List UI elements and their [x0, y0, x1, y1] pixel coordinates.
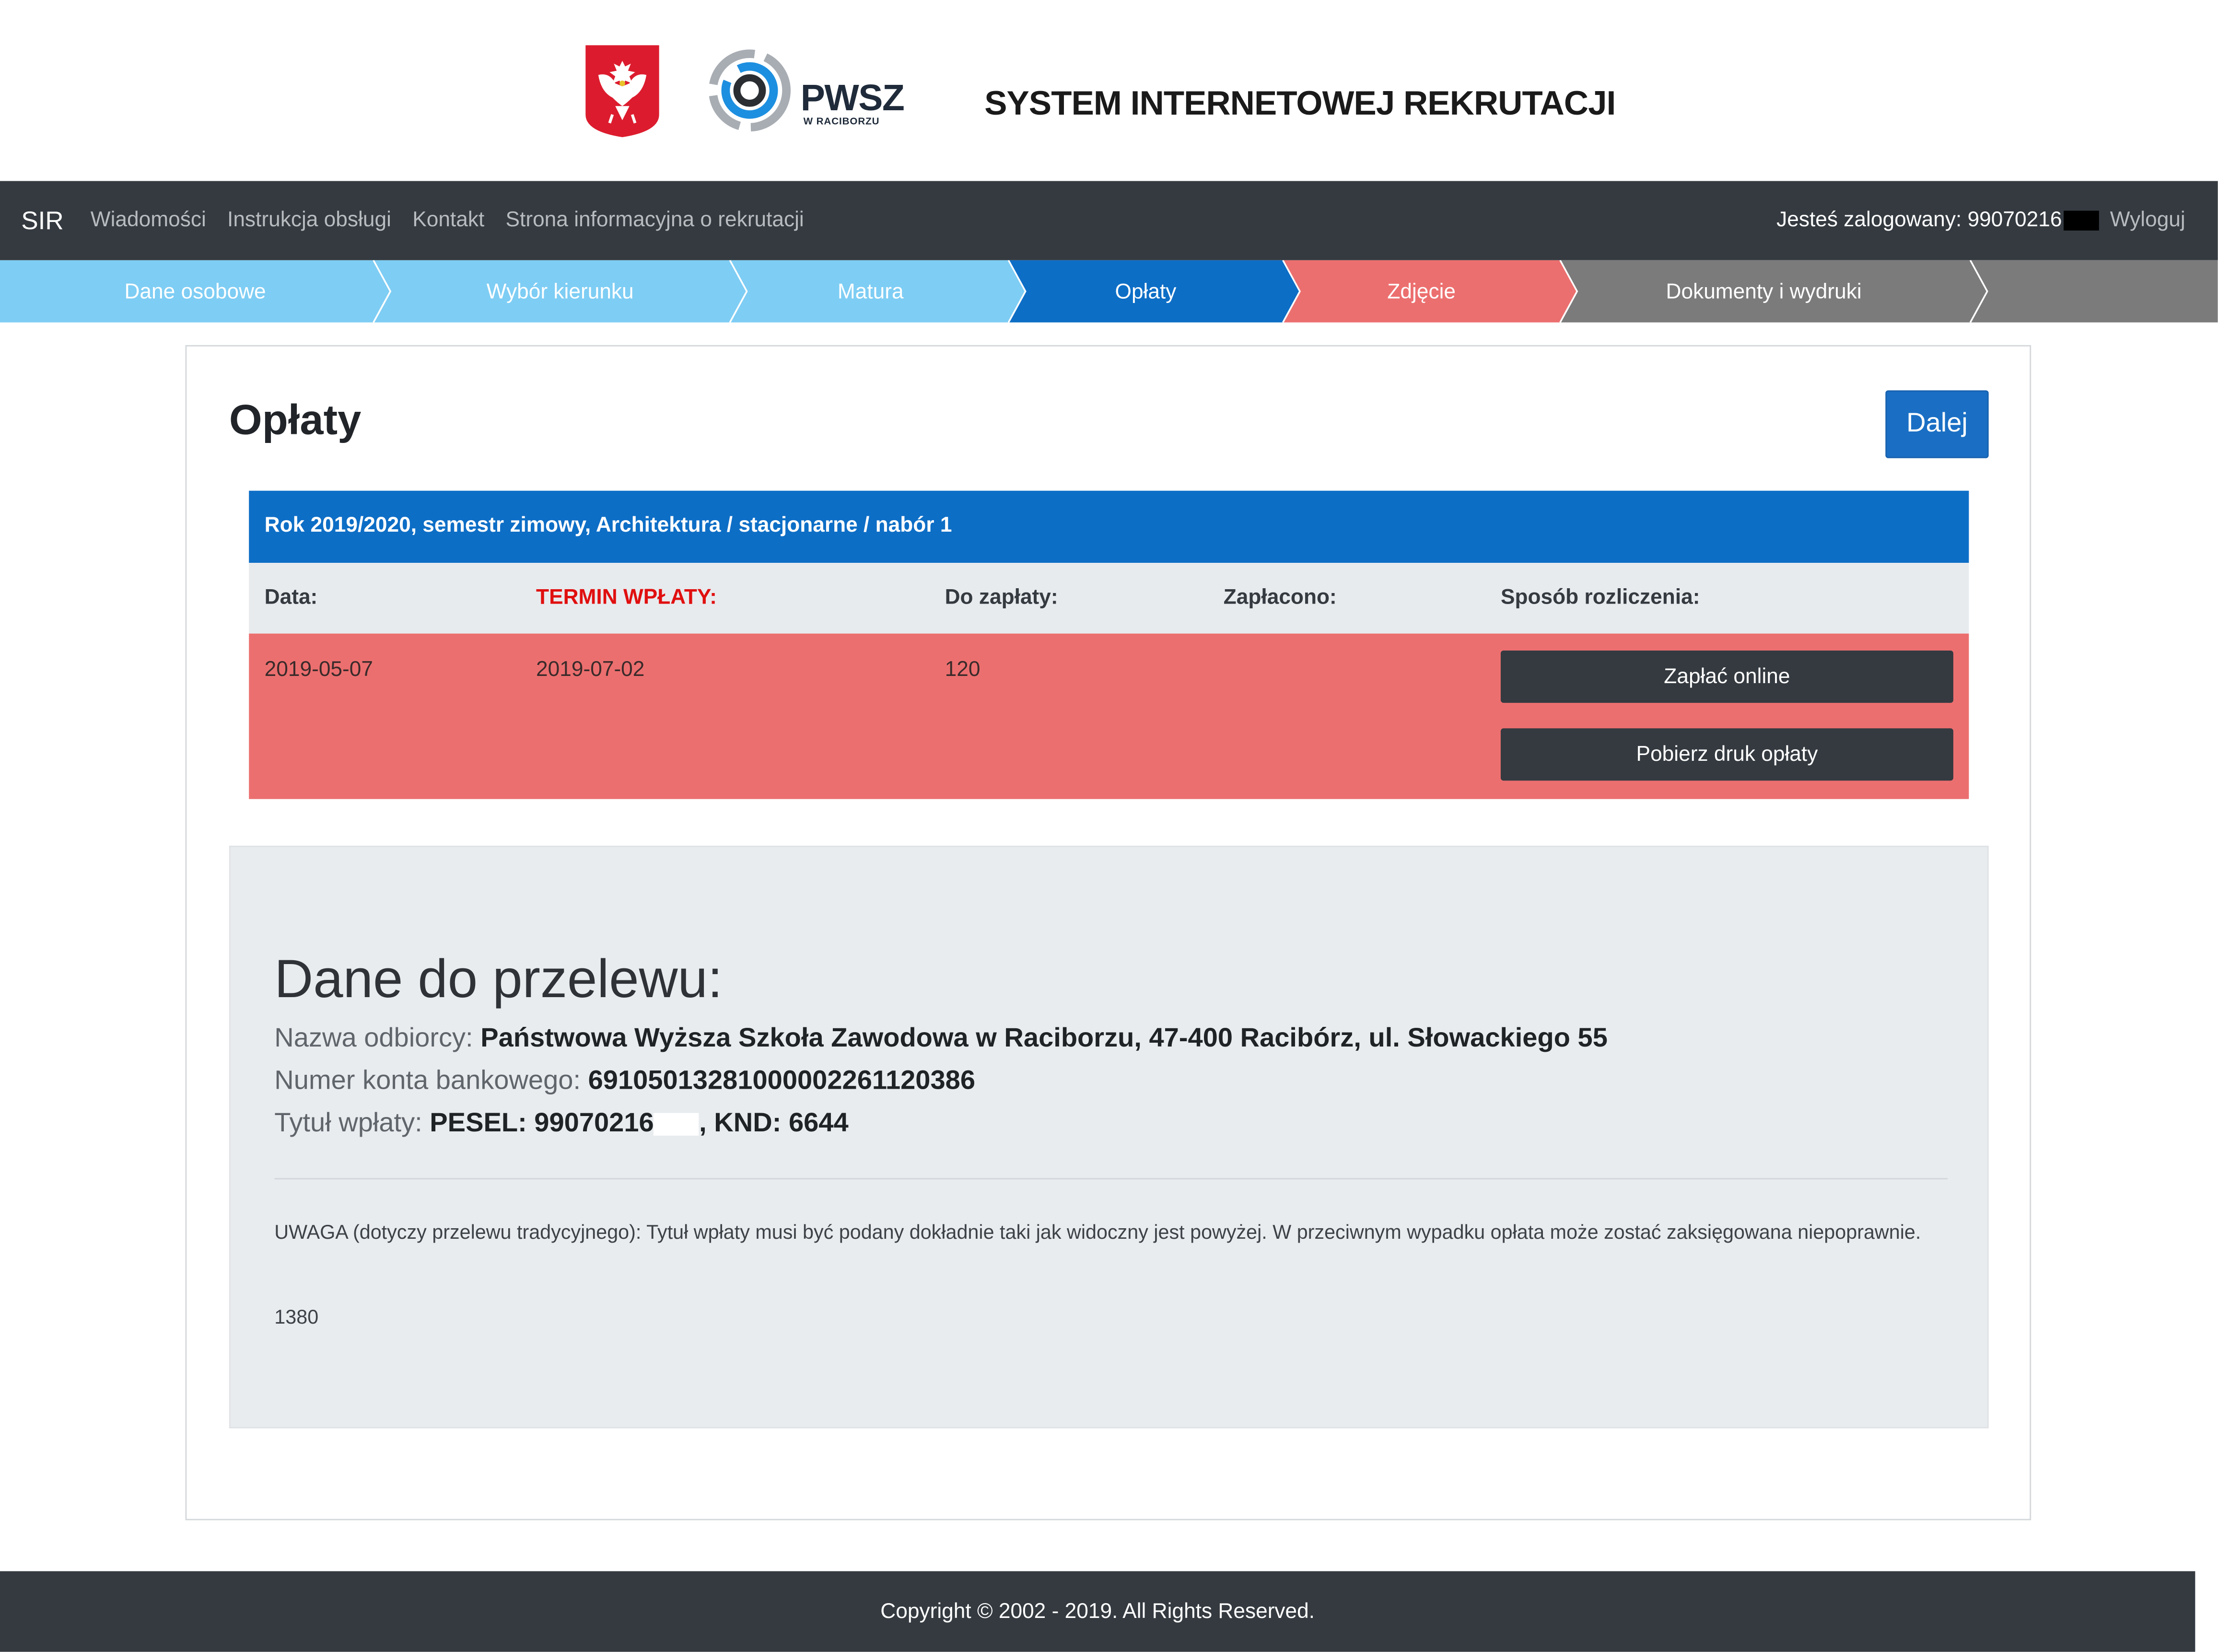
cell-date: 2019-05-07: [264, 657, 374, 682]
transfer-details: Dane do przelewu: Nazwa odbiorcy: Państw…: [229, 846, 1989, 1429]
nav-link-wiadomosci[interactable]: Wiadomości: [91, 208, 206, 232]
account-label: Numer konta bankowego:: [274, 1066, 581, 1096]
col-deadline: TERMIN WPŁATY:: [536, 585, 717, 610]
copyright-text: Copyright © 2002 - 2019. All Rights Rese…: [880, 1599, 1315, 1624]
account-line: Numer konta bankowego: 69105013281000002…: [274, 1065, 975, 1099]
top-navbar: SIR Wiadomości Instrukcja obsługi Kontak…: [0, 181, 2218, 260]
nav-links: Wiadomości Instrukcja obsługi Kontakt St…: [91, 208, 804, 232]
cell-amount: 120: [945, 657, 981, 682]
recipient-label: Nazwa odbiorcy:: [274, 1024, 473, 1054]
payment-table-header: Data: TERMIN WPŁATY: Do zapłaty: Zapłaco…: [249, 563, 1969, 634]
table-row: 2019-05-07 2019-07-02 120 Zapłać online …: [249, 633, 1969, 799]
page-title: Opłaty: [229, 397, 362, 444]
nav-link-kontakt[interactable]: Kontakt: [412, 208, 484, 232]
recipient-value: Państwowa Wyższa Szkoła Zawodowa w Racib…: [480, 1024, 1608, 1054]
logout-link[interactable]: Wyloguj: [2110, 208, 2185, 232]
step-dane-osobowe[interactable]: Dane osobowe: [0, 260, 390, 323]
payment-title-line: Tytuł wpłaty: PESEL: 99070216 , KND: 6644: [274, 1107, 848, 1141]
nav-link-instrukcja[interactable]: Instrukcja obsługi: [227, 208, 391, 232]
system-title: SYSTEM INTERNETOWEJ REKRUTACJI: [984, 85, 1616, 123]
step-wybor-kierunku[interactable]: Wybór kierunku: [374, 260, 747, 323]
polish-emblem-icon: [585, 45, 659, 138]
footer: Copyright © 2002 - 2019. All Rights Rese…: [0, 1571, 2195, 1652]
payment-heading-text: Rok 2019/2020, semestr zimowy, Architekt…: [264, 513, 952, 537]
col-paid: Zapłacono:: [1223, 585, 1337, 610]
recipient-line: Nazwa odbiorcy: Państwowa Wyższa Szkoła …: [274, 1023, 1608, 1057]
pay-online-button[interactable]: Zapłać online: [1500, 651, 1953, 703]
divider: [274, 1178, 1948, 1180]
nav-link-strona-informacyjna[interactable]: Strona informacyjna o rekrutacji: [506, 208, 804, 232]
step-progress: Dane osobowe Wybór kierunku Matura Opłat…: [0, 260, 2218, 323]
transfer-title: Dane do przelewu:: [274, 950, 723, 1010]
transfer-number: 1380: [274, 1305, 319, 1328]
step-oplaty[interactable]: Opłaty: [1008, 260, 1283, 323]
brand-link[interactable]: SIR: [21, 207, 64, 236]
account-value: 69105013281000002261120386: [588, 1066, 976, 1096]
payment-title-suffix: , KND: 6644: [699, 1108, 849, 1139]
payment-table-heading: Rok 2019/2020, semestr zimowy, Architekt…: [249, 490, 1969, 563]
logo-subtext: W RACIBORZU: [803, 117, 880, 128]
cell-deadline: 2019-07-02: [536, 657, 645, 682]
logged-in-text: Jesteś zalogowany: 99070216: [1776, 208, 2062, 232]
transfer-note: UWAGA (dotyczy przelewu tradycyjnego): T…: [274, 1220, 1921, 1244]
step-dokumenty[interactable]: Dokumenty i wydruki: [1560, 260, 1968, 323]
col-settlement: Sposób rozliczenia:: [1500, 585, 1700, 610]
download-form-button[interactable]: Pobierz druk opłaty: [1500, 728, 1953, 781]
step-zdjecie[interactable]: Zdjęcie: [1283, 260, 1560, 323]
col-date: Data:: [264, 585, 318, 610]
col-amount: Do zapłaty:: [945, 585, 1058, 610]
pwsz-logo-icon: [708, 49, 791, 132]
step-matura[interactable]: Matura: [730, 260, 1011, 323]
logo-text: PWSZ: [800, 76, 905, 119]
next-button[interactable]: Dalej: [1885, 390, 1989, 458]
payment-title-prefix: PESEL: 99070216: [430, 1108, 654, 1139]
user-area: Jesteś zalogowany: 99070216 Wyloguj: [1776, 208, 2185, 232]
redacted-block: [2063, 210, 2099, 230]
redacted-block: [654, 1113, 700, 1136]
payment-title-label: Tytuł wpłaty:: [274, 1108, 422, 1139]
